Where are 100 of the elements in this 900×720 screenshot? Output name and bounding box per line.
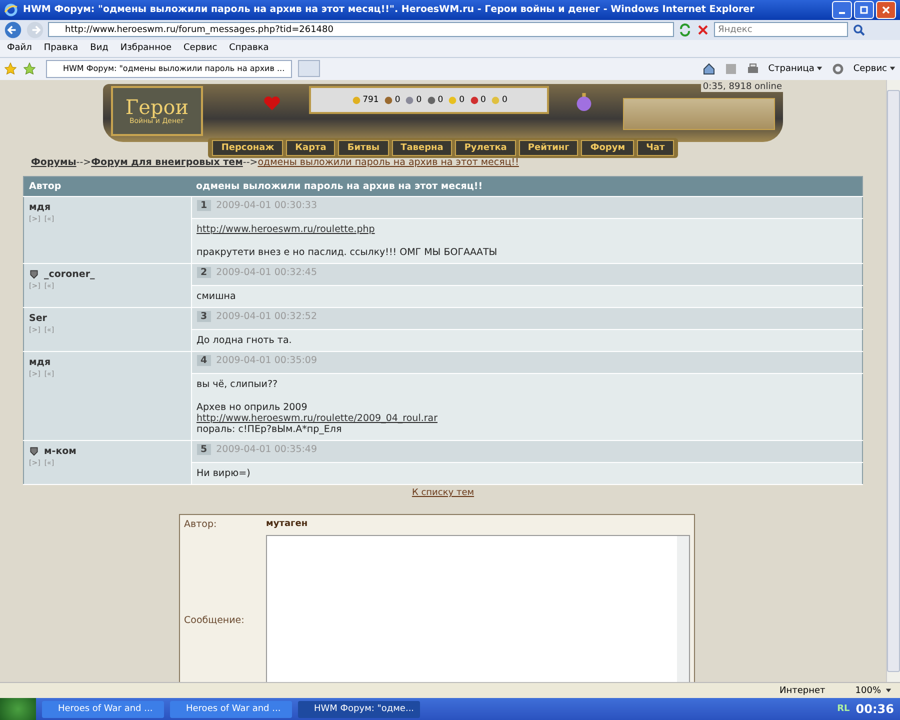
zoom-level[interactable]: 100% bbox=[855, 686, 881, 696]
post-link[interactable]: http://www.heroeswm.ru/roulette.php bbox=[196, 224, 857, 235]
heart-icon bbox=[263, 94, 281, 112]
resource-count: 791 bbox=[362, 94, 379, 105]
resource-count: 0 bbox=[416, 94, 422, 105]
resource-count: 0 bbox=[438, 94, 444, 105]
post-text: Архев но оприль 2009 bbox=[196, 402, 308, 413]
caret-icon[interactable] bbox=[885, 687, 892, 694]
scrollbar[interactable] bbox=[886, 80, 900, 682]
breadcrumb-separator: --> bbox=[76, 156, 92, 168]
favorites-star-icon[interactable] bbox=[4, 62, 17, 76]
window-title: HWM Форум: "одмены выложили пароль на архив на этот месяц!!". HeroesWM.ru - Герои войны и денег - Windows Internet Explorer bbox=[23, 4, 756, 16]
close-button[interactable] bbox=[876, 0, 896, 19]
game-nav-button[interactable]: Карта bbox=[286, 140, 336, 156]
toolbar-menu-button[interactable]: Страница bbox=[768, 64, 814, 74]
clan-emblem-icon bbox=[29, 269, 39, 280]
game-nav-button[interactable]: Персонаж bbox=[212, 140, 284, 156]
potion-icon bbox=[575, 92, 593, 112]
caret-icon bbox=[889, 65, 896, 72]
start-button[interactable] bbox=[0, 698, 36, 720]
resource-icon bbox=[404, 94, 416, 106]
online-counter: 0:35, 8918 online bbox=[700, 82, 784, 92]
resource-count: 0 bbox=[394, 94, 400, 105]
menu-item[interactable]: Избранное bbox=[120, 43, 172, 54]
post-text: Ни вирю=) bbox=[196, 468, 252, 479]
security-zone: Интернет bbox=[779, 686, 826, 696]
add-favorite-icon[interactable] bbox=[23, 62, 36, 76]
address-field[interactable]: http://www.heroeswm.ru/forum_messages.php?tid=261480 bbox=[48, 22, 674, 38]
breadcrumb-separator: --> bbox=[242, 156, 258, 168]
author-name[interactable]: мдя bbox=[29, 202, 51, 213]
game-nav-button[interactable]: Таверна bbox=[392, 140, 452, 156]
clan-emblem-icon bbox=[29, 446, 39, 456]
column-header: одмены выложили пароль на архив на этот месяц!! bbox=[191, 176, 862, 196]
toolbar-menu-button[interactable]: Сервис bbox=[853, 64, 887, 74]
post-number: 2 bbox=[196, 266, 212, 278]
resource-icon bbox=[350, 94, 362, 106]
breadcrumb-link[interactable]: Форумы bbox=[31, 156, 76, 168]
search-field[interactable]: Яндекс bbox=[714, 22, 848, 38]
resource-count: 0 bbox=[502, 94, 508, 105]
menu-item[interactable]: Справка bbox=[229, 43, 269, 54]
post-text: вы чё, слипыи?? bbox=[196, 378, 279, 390]
search-icon[interactable] bbox=[852, 22, 866, 37]
post-date: 2009-04-01 00:32:52 bbox=[216, 310, 318, 322]
browser-tab[interactable]: HWM Форум: "одмены выложили пароль на архив ... bbox=[46, 60, 292, 78]
resource-icon bbox=[426, 94, 437, 106]
post-date: 2009-04-01 00:35:09 bbox=[216, 354, 318, 366]
post-text: пракрутети внез е но паслид. ссылку!!! ОМГ МЫ БОГАААТЫ bbox=[196, 246, 498, 258]
message-label: Сообщение: bbox=[184, 615, 246, 626]
post-text: смишна bbox=[196, 290, 237, 302]
post-number: 3 bbox=[196, 310, 212, 322]
back-icon[interactable] bbox=[4, 20, 22, 39]
game-nav-button[interactable]: Рулетка bbox=[455, 140, 516, 156]
taskbar-button[interactable]: Heroes of War and ... bbox=[170, 700, 292, 718]
resource-count: 0 bbox=[459, 94, 465, 105]
post-link[interactable]: http://www.heroeswm.ru/roulette/2009_04_roul.rar bbox=[196, 412, 857, 424]
author-value: мутаген bbox=[266, 518, 308, 530]
author-name[interactable]: м-ком bbox=[44, 446, 76, 457]
home-icon[interactable] bbox=[702, 62, 716, 76]
menu-item[interactable]: Файл bbox=[7, 43, 32, 54]
breadcrumb-link[interactable]: Форум для внеигровых тем bbox=[91, 156, 243, 168]
menu-item[interactable]: Правка bbox=[44, 43, 78, 54]
topic-list-link[interactable]: К списку тем bbox=[412, 488, 474, 498]
resource-count: 0 bbox=[480, 94, 486, 105]
author-name[interactable]: _coroner_ bbox=[44, 268, 95, 280]
game-nav-button[interactable]: Рейтинг bbox=[518, 140, 578, 156]
game-nav-button[interactable]: Битвы bbox=[338, 140, 389, 156]
refresh-icon[interactable] bbox=[678, 22, 692, 37]
menu-item[interactable]: Сервис bbox=[184, 43, 218, 54]
minimize-button[interactable] bbox=[832, 0, 852, 19]
maximize-icon bbox=[859, 4, 869, 15]
message-input[interactable] bbox=[266, 534, 690, 682]
printer-icon[interactable] bbox=[746, 62, 760, 76]
post-date: 2009-04-01 00:35:49 bbox=[216, 444, 318, 455]
author-name[interactable]: Ser bbox=[29, 312, 47, 324]
language-indicator[interactable]: RL bbox=[837, 704, 850, 714]
post-number: 5 bbox=[196, 444, 212, 455]
taskbar-button[interactable]: HWM Форум: "одме... bbox=[298, 700, 420, 718]
close-icon bbox=[881, 4, 891, 15]
post-date: 2009-04-01 00:32:45 bbox=[216, 266, 318, 278]
browser-logo-icon bbox=[4, 2, 18, 17]
resource-icon bbox=[447, 94, 458, 106]
breadcrumb-link[interactable]: одмены выложили пароль на архив на этот месяц!! bbox=[258, 156, 519, 168]
post-number: 4 bbox=[196, 354, 212, 366]
stop-icon[interactable] bbox=[696, 22, 710, 37]
game-nav-button[interactable]: Форум bbox=[581, 140, 634, 156]
resource-icon bbox=[382, 94, 394, 106]
post-date: 2009-04-01 00:30:33 bbox=[216, 200, 318, 211]
resource-icon bbox=[490, 94, 501, 106]
maximize-button[interactable] bbox=[854, 0, 874, 19]
author-name[interactable]: мдя bbox=[29, 356, 51, 368]
logo-title: Герои bbox=[125, 96, 189, 117]
column-header: Автор bbox=[24, 176, 191, 196]
post-text: пораль: с!ПЕр?вЫм.А*пр_Еля bbox=[196, 424, 343, 435]
game-nav-button[interactable]: Чат bbox=[637, 140, 674, 156]
minimize-icon bbox=[839, 12, 845, 14]
taskbar-button[interactable]: Heroes of War and ... bbox=[42, 700, 164, 718]
menu-item[interactable]: Вид bbox=[90, 43, 108, 54]
post-text: До лодна гноть та. bbox=[196, 334, 293, 346]
post-number: 1 bbox=[196, 200, 212, 211]
author-label: Автор: bbox=[184, 518, 218, 530]
